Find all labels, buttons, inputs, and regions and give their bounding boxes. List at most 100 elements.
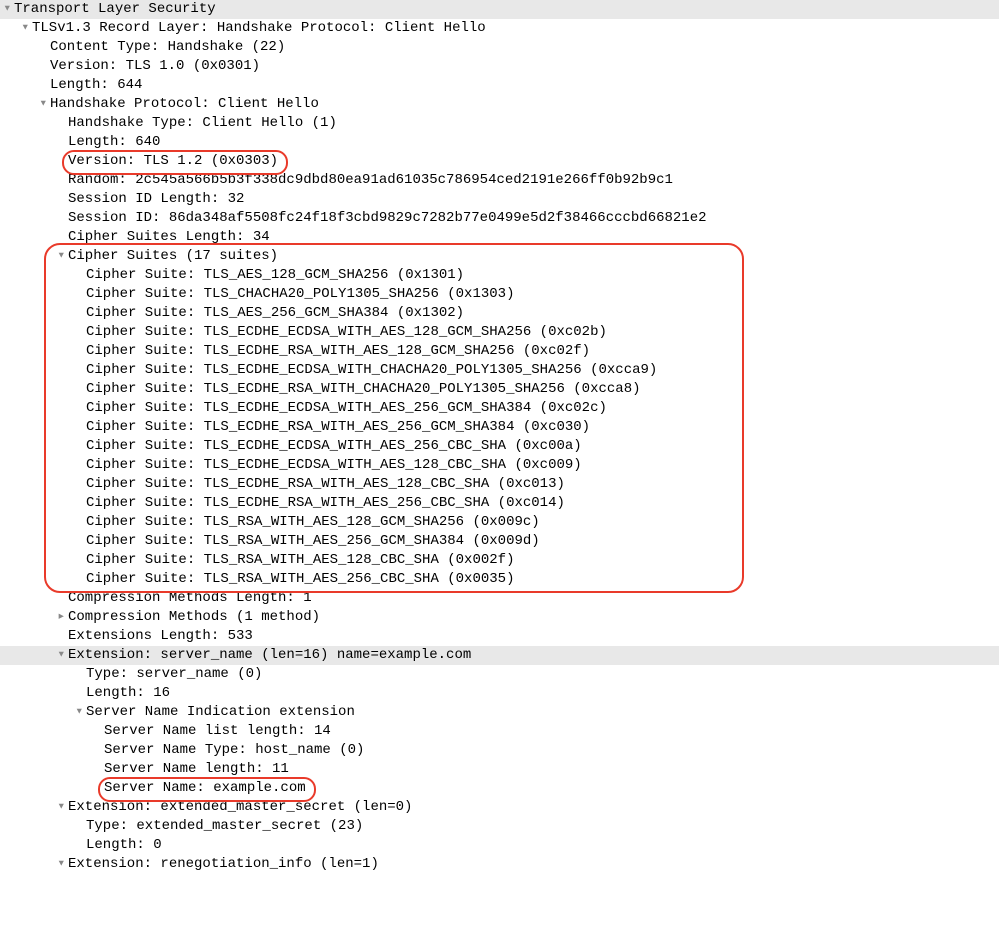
- label: Length: 640: [68, 133, 160, 152]
- label: Type: server_name (0): [86, 665, 262, 684]
- label: Length: 0: [86, 836, 162, 855]
- tree-item-cipher-suite[interactable]: Cipher Suite: TLS_AES_128_GCM_SHA256 (0x…: [0, 266, 999, 285]
- tree-item-cipher-suite[interactable]: Cipher Suite: TLS_ECDHE_RSA_WITH_AES_256…: [0, 494, 999, 513]
- label: Extension: server_name (len=16) name=exa…: [68, 646, 471, 665]
- label: Server Name length: 11: [104, 760, 289, 779]
- caret-right-icon[interactable]: [54, 608, 68, 627]
- tree-item-ext-ems-length[interactable]: Length: 0: [0, 836, 999, 855]
- tree-item-ext-ems-type[interactable]: Type: extended_master_secret (23): [0, 817, 999, 836]
- label: Server Name Indication extension: [86, 703, 355, 722]
- tree-item-cipher-suite[interactable]: Cipher Suite: TLS_ECDHE_ECDSA_WITH_AES_1…: [0, 456, 999, 475]
- tree-item-cipher-suite[interactable]: Cipher Suite: TLS_RSA_WITH_AES_256_GCM_S…: [0, 532, 999, 551]
- label: Handshake Protocol: Client Hello: [50, 95, 319, 114]
- tree-item-content-type[interactable]: Content Type: Handshake (22): [0, 38, 999, 57]
- tree-item-session-id[interactable]: Session ID: 86da348af5508fc24f18f3cbd982…: [0, 209, 999, 228]
- tree-item-handshake-version[interactable]: Version: TLS 1.2 (0x0303): [0, 152, 999, 171]
- tree-item-handshake-length[interactable]: Length: 640: [0, 133, 999, 152]
- label: Handshake Type: Client Hello (1): [68, 114, 337, 133]
- label: Cipher Suite: TLS_ECDHE_ECDSA_WITH_AES_2…: [86, 399, 607, 418]
- tree-item-sni-name-length[interactable]: Server Name length: 11: [0, 760, 999, 779]
- label: Extension: renegotiation_info (len=1): [68, 855, 379, 874]
- tree-item-handshake-type[interactable]: Handshake Type: Client Hello (1): [0, 114, 999, 133]
- tree-item-cipher-suite[interactable]: Cipher Suite: TLS_ECDHE_RSA_WITH_CHACHA2…: [0, 380, 999, 399]
- label: Cipher Suites (17 suites): [68, 247, 278, 266]
- caret-down-icon[interactable]: [54, 855, 68, 874]
- label: Transport Layer Security: [14, 0, 216, 19]
- tree-item-sni[interactable]: Server Name Indication extension: [0, 703, 999, 722]
- tree-item-cipher-suite[interactable]: Cipher Suite: TLS_ECDHE_ECDSA_WITH_AES_1…: [0, 323, 999, 342]
- tree-item-cipher-suite[interactable]: Cipher Suite: TLS_ECDHE_ECDSA_WITH_AES_2…: [0, 399, 999, 418]
- tree-item-record-version[interactable]: Version: TLS 1.0 (0x0301): [0, 57, 999, 76]
- tree-item-cipher-suites[interactable]: Cipher Suites (17 suites): [0, 247, 999, 266]
- label: Server Name list length: 14: [104, 722, 331, 741]
- label: Session ID: 86da348af5508fc24f18f3cbd982…: [68, 209, 707, 228]
- tree-item-session-id-length[interactable]: Session ID Length: 32: [0, 190, 999, 209]
- caret-down-icon[interactable]: [36, 95, 50, 114]
- label: Cipher Suite: TLS_RSA_WITH_AES_128_GCM_S…: [86, 513, 540, 532]
- tree-item-cipher-suite[interactable]: Cipher Suite: TLS_ECDHE_ECDSA_WITH_CHACH…: [0, 361, 999, 380]
- caret-down-icon[interactable]: [0, 0, 14, 19]
- label: Server Name: example.com: [104, 779, 306, 798]
- label: Session ID Length: 32: [68, 190, 244, 209]
- label: Cipher Suite: TLS_RSA_WITH_AES_256_CBC_S…: [86, 570, 514, 589]
- label: Content Type: Handshake (22): [50, 38, 285, 57]
- label: Cipher Suite: TLS_ECDHE_RSA_WITH_AES_256…: [86, 494, 565, 513]
- tree-item-extensions-length[interactable]: Extensions Length: 533: [0, 627, 999, 646]
- tree-item-cipher-suite[interactable]: Cipher Suite: TLS_RSA_WITH_AES_128_GCM_S…: [0, 513, 999, 532]
- label: Cipher Suite: TLS_ECDHE_ECDSA_WITH_AES_2…: [86, 437, 582, 456]
- caret-down-icon[interactable]: [18, 19, 32, 38]
- label: Cipher Suite: TLS_ECDHE_ECDSA_WITH_CHACH…: [86, 361, 657, 380]
- caret-down-icon[interactable]: [54, 646, 68, 665]
- tree-item-ext-sn-type[interactable]: Type: server_name (0): [0, 665, 999, 684]
- label: Extension: extended_master_secret (len=0…: [68, 798, 412, 817]
- tree-item-record-layer[interactable]: TLSv1.3 Record Layer: Handshake Protocol…: [0, 19, 999, 38]
- label: Compression Methods Length: 1: [68, 589, 312, 608]
- tree-item-random[interactable]: Random: 2c545a566b5b3f338dc9dbd80ea91ad6…: [0, 171, 999, 190]
- tree-item-handshake[interactable]: Handshake Protocol: Client Hello: [0, 95, 999, 114]
- tree-item-ext-server-name[interactable]: Extension: server_name (len=16) name=exa…: [0, 646, 999, 665]
- label: Length: 644: [50, 76, 142, 95]
- label: Random: 2c545a566b5b3f338dc9dbd80ea91ad6…: [68, 171, 673, 190]
- label: Cipher Suite: TLS_RSA_WITH_AES_256_GCM_S…: [86, 532, 540, 551]
- tree-item-ext-ems[interactable]: Extension: extended_master_secret (len=0…: [0, 798, 999, 817]
- label: Cipher Suite: TLS_ECDHE_RSA_WITH_AES_256…: [86, 418, 590, 437]
- tree-item-ext-reneg[interactable]: Extension: renegotiation_info (len=1): [0, 855, 999, 874]
- tree-item-cipher-suite[interactable]: Cipher Suite: TLS_RSA_WITH_AES_256_CBC_S…: [0, 570, 999, 589]
- label: Compression Methods (1 method): [68, 608, 320, 627]
- tree-item-sni-list-length[interactable]: Server Name list length: 14: [0, 722, 999, 741]
- label: Length: 16: [86, 684, 170, 703]
- label: Version: TLS 1.0 (0x0301): [50, 57, 260, 76]
- label: Type: extended_master_secret (23): [86, 817, 363, 836]
- label: Extensions Length: 533: [68, 627, 253, 646]
- caret-down-icon[interactable]: [54, 247, 68, 266]
- label: Server Name Type: host_name (0): [104, 741, 364, 760]
- label: Cipher Suite: TLS_ECDHE_ECDSA_WITH_AES_1…: [86, 323, 607, 342]
- tree-item-sni-name-type[interactable]: Server Name Type: host_name (0): [0, 741, 999, 760]
- tree-item-cipher-suite[interactable]: Cipher Suite: TLS_RSA_WITH_AES_128_CBC_S…: [0, 551, 999, 570]
- tree-item-cipher-suite[interactable]: Cipher Suite: TLS_ECDHE_RSA_WITH_AES_128…: [0, 475, 999, 494]
- label: Cipher Suite: TLS_CHACHA20_POLY1305_SHA2…: [86, 285, 514, 304]
- label: TLSv1.3 Record Layer: Handshake Protocol…: [32, 19, 486, 38]
- tree-item-cipher-suite[interactable]: Cipher Suite: TLS_ECDHE_RSA_WITH_AES_128…: [0, 342, 999, 361]
- caret-down-icon[interactable]: [54, 798, 68, 817]
- label: Version: TLS 1.2 (0x0303): [68, 152, 278, 171]
- tree-item-compression-length[interactable]: Compression Methods Length: 1: [0, 589, 999, 608]
- tree-item-cipher-suite[interactable]: Cipher Suite: TLS_ECDHE_RSA_WITH_AES_256…: [0, 418, 999, 437]
- tree-item-cipher-suites-length[interactable]: Cipher Suites Length: 34: [0, 228, 999, 247]
- label: Cipher Suite: TLS_AES_128_GCM_SHA256 (0x…: [86, 266, 464, 285]
- tree-item-cipher-suite[interactable]: Cipher Suite: TLS_ECDHE_ECDSA_WITH_AES_2…: [0, 437, 999, 456]
- label: Cipher Suite: TLS_ECDHE_RSA_WITH_AES_128…: [86, 342, 590, 361]
- tree-item-sni-name[interactable]: Server Name: example.com: [0, 779, 999, 798]
- caret-down-icon[interactable]: [72, 703, 86, 722]
- label: Cipher Suite: TLS_ECDHE_RSA_WITH_AES_128…: [86, 475, 565, 494]
- tree-item-cipher-suite[interactable]: Cipher Suite: TLS_AES_256_GCM_SHA384 (0x…: [0, 304, 999, 323]
- tree-item-tls[interactable]: Transport Layer Security: [0, 0, 999, 19]
- tree-item-cipher-suite[interactable]: Cipher Suite: TLS_CHACHA20_POLY1305_SHA2…: [0, 285, 999, 304]
- label: Cipher Suites Length: 34: [68, 228, 270, 247]
- label: Cipher Suite: TLS_ECDHE_RSA_WITH_CHACHA2…: [86, 380, 641, 399]
- tree-item-ext-sn-length[interactable]: Length: 16: [0, 684, 999, 703]
- label: Cipher Suite: TLS_AES_256_GCM_SHA384 (0x…: [86, 304, 464, 323]
- label: Cipher Suite: TLS_RSA_WITH_AES_128_CBC_S…: [86, 551, 514, 570]
- tree-item-compression-methods[interactable]: Compression Methods (1 method): [0, 608, 999, 627]
- tree-item-record-length[interactable]: Length: 644: [0, 76, 999, 95]
